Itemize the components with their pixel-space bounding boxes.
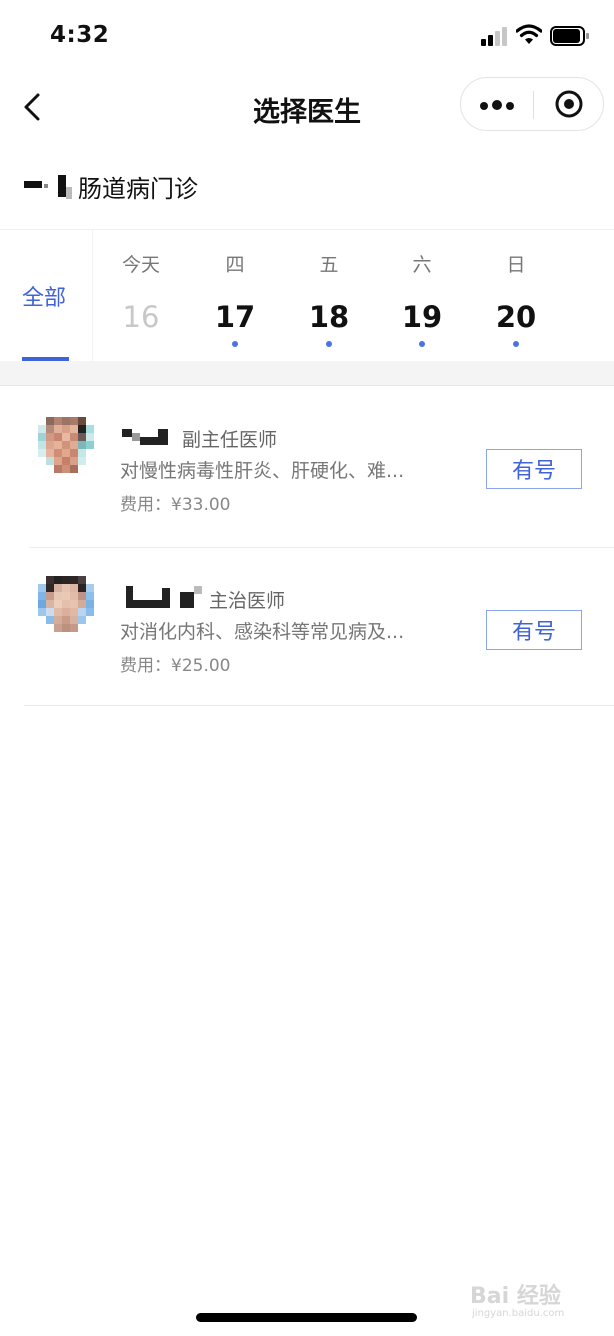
doctor-card[interactable]: 副主任医师 对慢性病毒性肝炎、肝硬化、难... 费用：¥33.00 有号 (0, 387, 614, 547)
weekday-label: 六 (412, 254, 432, 276)
tab-all-dates[interactable]: 全部 (0, 230, 93, 362)
date-option-16[interactable]: 今天 16 (94, 230, 188, 362)
availability-dot (326, 341, 332, 347)
doctor-fee: 费用：¥25.00 (120, 656, 231, 676)
watermark: Bai 经验 jingyan.baidu.com (470, 1278, 590, 1328)
status-time: 4:32 (50, 22, 110, 48)
close-mini-program-button[interactable] (534, 78, 604, 130)
weekday-label: 五 (319, 254, 339, 276)
censored-doctor-name (122, 586, 204, 608)
date-option-20[interactable]: 日 20 (469, 230, 563, 362)
weekday-label: 四 (225, 254, 245, 276)
department-header: 肠道病门诊 (24, 166, 198, 206)
availability-dot (232, 341, 238, 347)
day-number: 16 (122, 300, 160, 334)
availability-dot (513, 341, 519, 347)
watermark-logo-text: Bai 经验 (470, 1284, 561, 1309)
wifi-icon (515, 24, 543, 46)
department-name: 肠道病门诊 (78, 174, 198, 203)
doctor-card[interactable]: 主治医师 对消化内科、感染科等常见病及... 费用：¥25.00 有号 (0, 548, 614, 708)
doctor-fee: 费用：¥33.00 (120, 495, 231, 515)
more-button[interactable] (461, 78, 533, 130)
censored-hospital-name (24, 173, 72, 199)
day-number: 17 (214, 300, 256, 334)
date-option-18[interactable]: 五 18 (282, 230, 376, 362)
watermark-url: jingyan.baidu.com (472, 1308, 565, 1319)
mini-program-capsule (460, 77, 604, 131)
book-appointment-button[interactable]: 有号 (486, 449, 582, 489)
tab-all-label: 全部 (22, 286, 67, 311)
day-number: 19 (401, 300, 443, 334)
doctor-description: 对慢性病毒性肝炎、肝硬化、难... (120, 460, 405, 482)
doctor-avatar (34, 576, 98, 640)
weekday-label: 今天 (121, 254, 160, 276)
censored-doctor-name (122, 427, 172, 449)
availability-dot (419, 341, 425, 347)
more-dots-icon (478, 95, 516, 114)
date-option-17[interactable]: 四 17 (188, 230, 282, 362)
cellular-signal-icon (481, 26, 509, 46)
nav-bar: 选择医生 (0, 72, 614, 142)
doctor-description: 对消化内科、感染科等常见病及... (120, 621, 405, 643)
book-appointment-button[interactable]: 有号 (486, 610, 582, 650)
date-selector: 全部 今天 16 四 17 五 18 六 19 日 20 (0, 229, 614, 362)
day-number: 18 (308, 300, 350, 334)
list-separator (24, 705, 614, 706)
day-number: 20 (495, 300, 537, 334)
doctor-title: 主治医师 (209, 590, 286, 612)
target-circle-icon (555, 90, 583, 118)
weekday-label: 日 (506, 254, 526, 276)
section-divider (0, 361, 614, 386)
home-indicator[interactable] (196, 1313, 417, 1322)
date-option-19[interactable]: 六 19 (375, 230, 469, 362)
doctor-avatar (34, 417, 98, 481)
doctor-title: 副主任医师 (182, 429, 278, 451)
status-bar: 4:32 (0, 0, 614, 72)
battery-icon (550, 26, 590, 46)
